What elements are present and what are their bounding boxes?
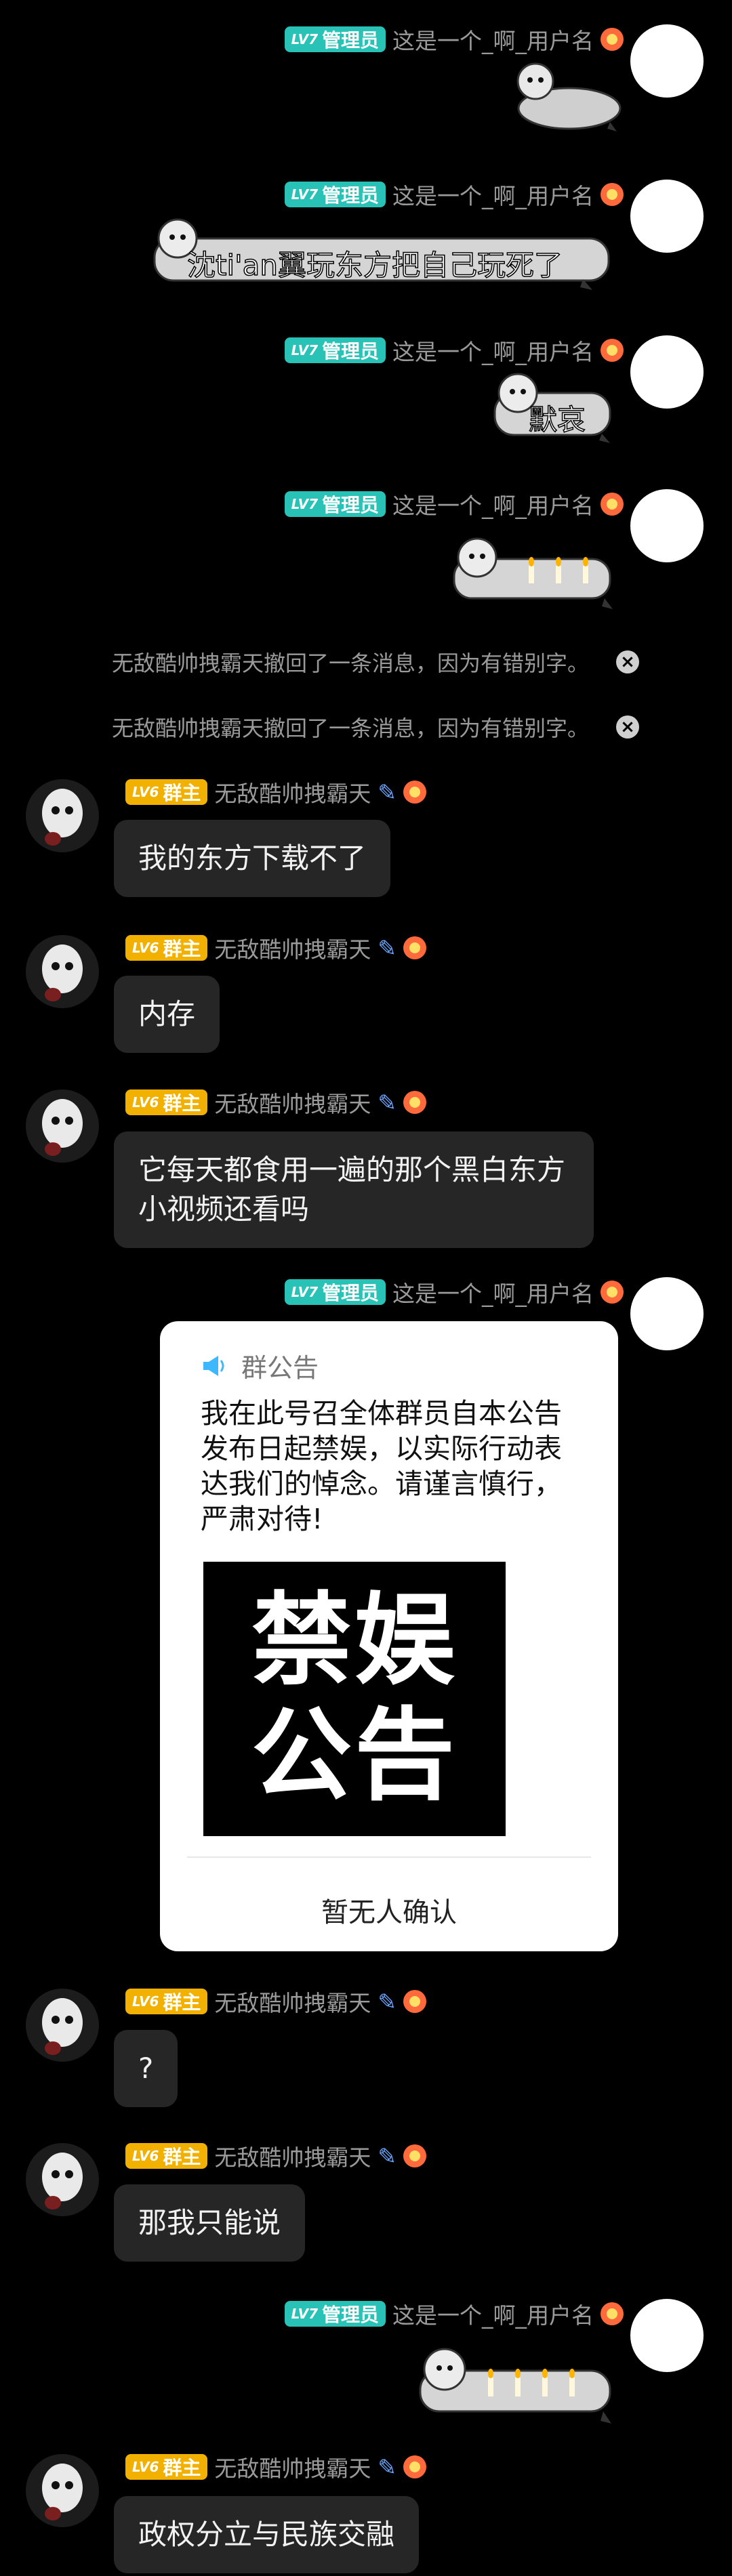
level-badge: LV6 群主 xyxy=(125,2454,208,2480)
level-badge: LV7 管理员 xyxy=(284,337,386,363)
message-bubble[interactable]: 内存 xyxy=(114,976,220,1053)
level-badge: LV7 管理员 xyxy=(284,491,386,517)
owner-avatar[interactable] xyxy=(26,1989,99,2062)
admin-avatar[interactable] xyxy=(630,180,704,253)
announcement-image[interactable]: 禁娱 公告 xyxy=(203,1562,506,1836)
sender-name: 无敌酷帅拽霸天 xyxy=(214,1091,371,1117)
message-bubble[interactable]: ? xyxy=(114,2030,178,2107)
level-badge: LV7 管理员 xyxy=(284,1279,386,1305)
rabbit-sticker[interactable]: 沈ti'an翼玩东方把自己玩死了 xyxy=(149,211,624,293)
admin-avatar[interactable] xyxy=(630,24,704,98)
flower-icon xyxy=(601,493,624,516)
level-badge: LV6 群主 xyxy=(125,779,208,805)
paint-icon: ✎ xyxy=(378,2142,397,2169)
image-text-line1: 禁娱 xyxy=(251,1581,458,1699)
sender-meta: LV7 管理员 这是一个_啊_用户名 xyxy=(284,335,624,365)
owner-avatar[interactable] xyxy=(26,935,99,1008)
confirm-status[interactable]: 暂无人确认 xyxy=(160,1890,618,1930)
sender-name: 这是一个_啊_用户名 xyxy=(392,2302,594,2329)
sender-meta: LV6 群主 无敌酷帅拽霸天 ✎ xyxy=(125,777,427,807)
sender-meta: LV6 群主 无敌酷帅拽霸天 ✎ xyxy=(125,2141,427,2171)
sender-meta: LV7 管理员 这是一个_啊_用户名 xyxy=(284,24,624,54)
level-badge: LV7 管理员 xyxy=(284,182,386,207)
owner-avatar[interactable] xyxy=(26,779,99,852)
flower-icon xyxy=(403,936,427,959)
message-bubble[interactable]: 政权分立与民族交融 xyxy=(114,2496,420,2573)
announcement-card[interactable]: 群公告 我在此号召全体群员自本公告发布日起禁娱，以实际行动表达我们的悼念。请谨言… xyxy=(160,1321,618,1951)
admin-avatar[interactable] xyxy=(630,1277,704,1350)
owner-avatar[interactable] xyxy=(26,1089,99,1163)
rabbit-candles-sticker[interactable] xyxy=(413,2327,624,2429)
sender-meta: LV6 群主 无敌酷帅拽霸天 ✎ xyxy=(125,1087,427,1117)
flower-icon xyxy=(403,1990,427,2013)
sender-name: 无敌酷帅拽霸天 xyxy=(214,781,371,807)
flower-icon xyxy=(601,2302,624,2325)
flower-icon xyxy=(403,781,427,804)
sender-meta: LV7 管理员 这是一个_啊_用户名 xyxy=(284,1277,624,1307)
announcement-body: 我在此号召全体群员自本公告发布日起禁娱，以实际行动表达我们的悼念。请谨言慎行，严… xyxy=(201,1397,562,1535)
sticker-caption: 默哀 xyxy=(528,402,586,437)
sender-meta: LV7 管理员 这是一个_啊_用户名 xyxy=(284,489,624,519)
paint-icon: ✎ xyxy=(378,2453,397,2480)
flower-icon xyxy=(403,2144,427,2167)
paint-icon: ✎ xyxy=(378,778,397,806)
sender-name: 这是一个_啊_用户名 xyxy=(392,183,594,209)
level-badge: LV6 群主 xyxy=(125,1989,208,2014)
flower-icon xyxy=(601,183,624,206)
megaphone-icon xyxy=(203,1355,224,1376)
level-badge: LV6 群主 xyxy=(125,1089,208,1115)
owner-avatar[interactable] xyxy=(26,2454,99,2527)
paint-icon: ✎ xyxy=(378,1089,397,1116)
level-badge: LV6 群主 xyxy=(125,935,208,961)
admin-avatar[interactable] xyxy=(630,2299,704,2372)
sender-name: 无敌酷帅拽霸天 xyxy=(214,2144,371,2171)
close-icon[interactable]: × xyxy=(616,715,640,739)
sender-name: 这是一个_啊_用户名 xyxy=(392,1281,594,1307)
sender-meta: LV6 群主 无敌酷帅拽霸天 ✎ xyxy=(125,2452,427,2482)
sender-name: 这是一个_啊_用户名 xyxy=(392,339,594,365)
rabbit-sticker[interactable] xyxy=(508,54,624,136)
owner-avatar[interactable] xyxy=(26,2143,99,2216)
level-badge: LV7 管理员 xyxy=(284,26,386,52)
sticker-caption: 沈ti'an翼玩东方把自己玩死了 xyxy=(186,248,563,283)
flower-icon xyxy=(601,1281,624,1304)
image-text-line2: 公告 xyxy=(251,1696,458,1814)
paint-icon: ✎ xyxy=(378,1988,397,2015)
sender-meta: LV7 管理员 这是一个_啊_用户名 xyxy=(284,2299,624,2329)
close-icon[interactable]: × xyxy=(616,650,640,673)
admin-avatar[interactable] xyxy=(630,335,704,409)
sender-name: 无敌酷帅拽霸天 xyxy=(214,2455,371,2482)
sender-name: 这是一个_啊_用户名 xyxy=(392,28,594,54)
sender-name: 无敌酷帅拽霸天 xyxy=(214,936,371,963)
sender-name: 这是一个_啊_用户名 xyxy=(392,493,594,519)
rabbit-candles-sticker[interactable] xyxy=(447,518,624,613)
divider xyxy=(187,1856,591,1858)
recall-notice: 无敌酷帅拽霸天撤回了一条消息，因为有错别字。 × xyxy=(112,645,640,679)
flower-icon xyxy=(601,28,624,51)
rabbit-sticker[interactable]: 默哀 xyxy=(488,366,624,447)
flower-icon xyxy=(403,2455,427,2478)
flower-icon xyxy=(601,339,624,362)
announcement-header: 群公告 xyxy=(201,1347,319,1384)
message-bubble[interactable]: 它每天都食用一遍的那个黑白东方小视频还看吗 xyxy=(114,1131,594,1248)
sender-meta: LV6 群主 无敌酷帅拽霸天 ✎ xyxy=(125,933,427,963)
paint-icon: ✎ xyxy=(378,934,397,961)
sender-name: 无敌酷帅拽霸天 xyxy=(214,1990,371,2016)
sender-meta: LV7 管理员 这是一个_啊_用户名 xyxy=(284,180,624,209)
message-bubble[interactable]: 我的东方下载不了 xyxy=(114,820,391,897)
flower-icon xyxy=(403,1091,427,1114)
recall-notice: 无敌酷帅拽霸天撤回了一条消息，因为有错别字。 × xyxy=(112,710,640,744)
admin-avatar[interactable] xyxy=(630,489,704,562)
level-badge: LV7 管理员 xyxy=(284,2301,386,2327)
message-bubble[interactable]: 那我只能说 xyxy=(114,2184,306,2262)
level-badge: LV6 群主 xyxy=(125,2143,208,2169)
sender-meta: LV6 群主 无敌酷帅拽霸天 ✎ xyxy=(125,1987,427,2016)
